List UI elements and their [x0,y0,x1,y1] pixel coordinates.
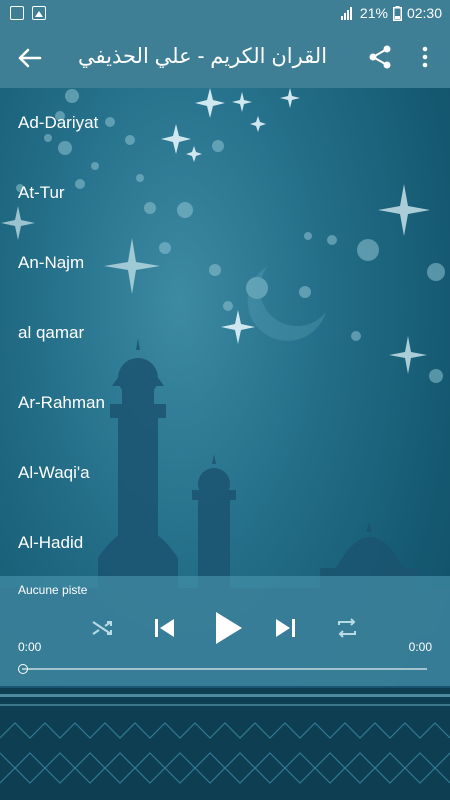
signal-icon [340,7,352,20]
skip-next-icon [276,619,295,637]
more-options-button[interactable] [412,42,438,72]
track-label: Al-Hadid [18,533,84,552]
play-button[interactable] [210,608,246,653]
list-item[interactable]: At-Tur [0,158,450,228]
shuffle-button[interactable] [90,616,114,645]
page-title: القران الكريم - علي الحذيفي [78,45,328,68]
clock: 02:30 [406,5,442,21]
seek-bar[interactable] [22,668,427,670]
current-time: 0:00 [18,640,42,654]
previous-button[interactable] [150,614,178,647]
arrow-back-icon [18,48,42,68]
track-label: An-Najm [18,253,85,272]
list-item[interactable]: Al-Waqi'a [0,438,450,508]
list-item[interactable]: An-Najm [0,228,450,298]
list-item[interactable]: Ar-Rahman [0,368,450,438]
seek-thumb[interactable] [18,664,28,674]
track-label: al qamar [18,323,85,342]
list-item[interactable]: Ad-Dariyat [0,88,450,158]
app-bar: القران الكريم - علي الحذيفي [0,28,450,88]
battery-percent: 21% [359,5,388,21]
share-button[interactable] [366,43,394,71]
gallery-notification-icon [10,6,24,20]
shuffle-icon [92,621,112,635]
track-list: Ad-Dariyat At-Tur An-Najm al qamar Ar-Ra… [0,88,450,578]
repeat-icon [338,618,356,638]
track-label: Al-Waqi'a [18,463,90,482]
play-icon [216,612,242,644]
current-track-name: Aucune piste [18,583,88,597]
battery-icon [392,5,402,21]
more-vert-icon [422,46,428,68]
image-notification-icon [32,6,46,20]
list-item[interactable]: al qamar [0,298,450,368]
audio-player: Aucune piste 0:00 0:00 [0,576,450,686]
next-button[interactable] [272,614,300,647]
skip-previous-icon [155,619,174,637]
share-icon [369,45,391,69]
track-label: Ad-Dariyat [18,113,99,132]
track-label: At-Tur [18,183,65,202]
repeat-button[interactable] [334,616,360,645]
back-button[interactable] [14,43,46,73]
track-label: Ar-Rahman [18,393,105,412]
total-time: 0:00 [408,640,432,654]
list-item[interactable]: Al-Hadid [0,508,450,578]
status-bar: 21% 02:30 [0,0,450,28]
